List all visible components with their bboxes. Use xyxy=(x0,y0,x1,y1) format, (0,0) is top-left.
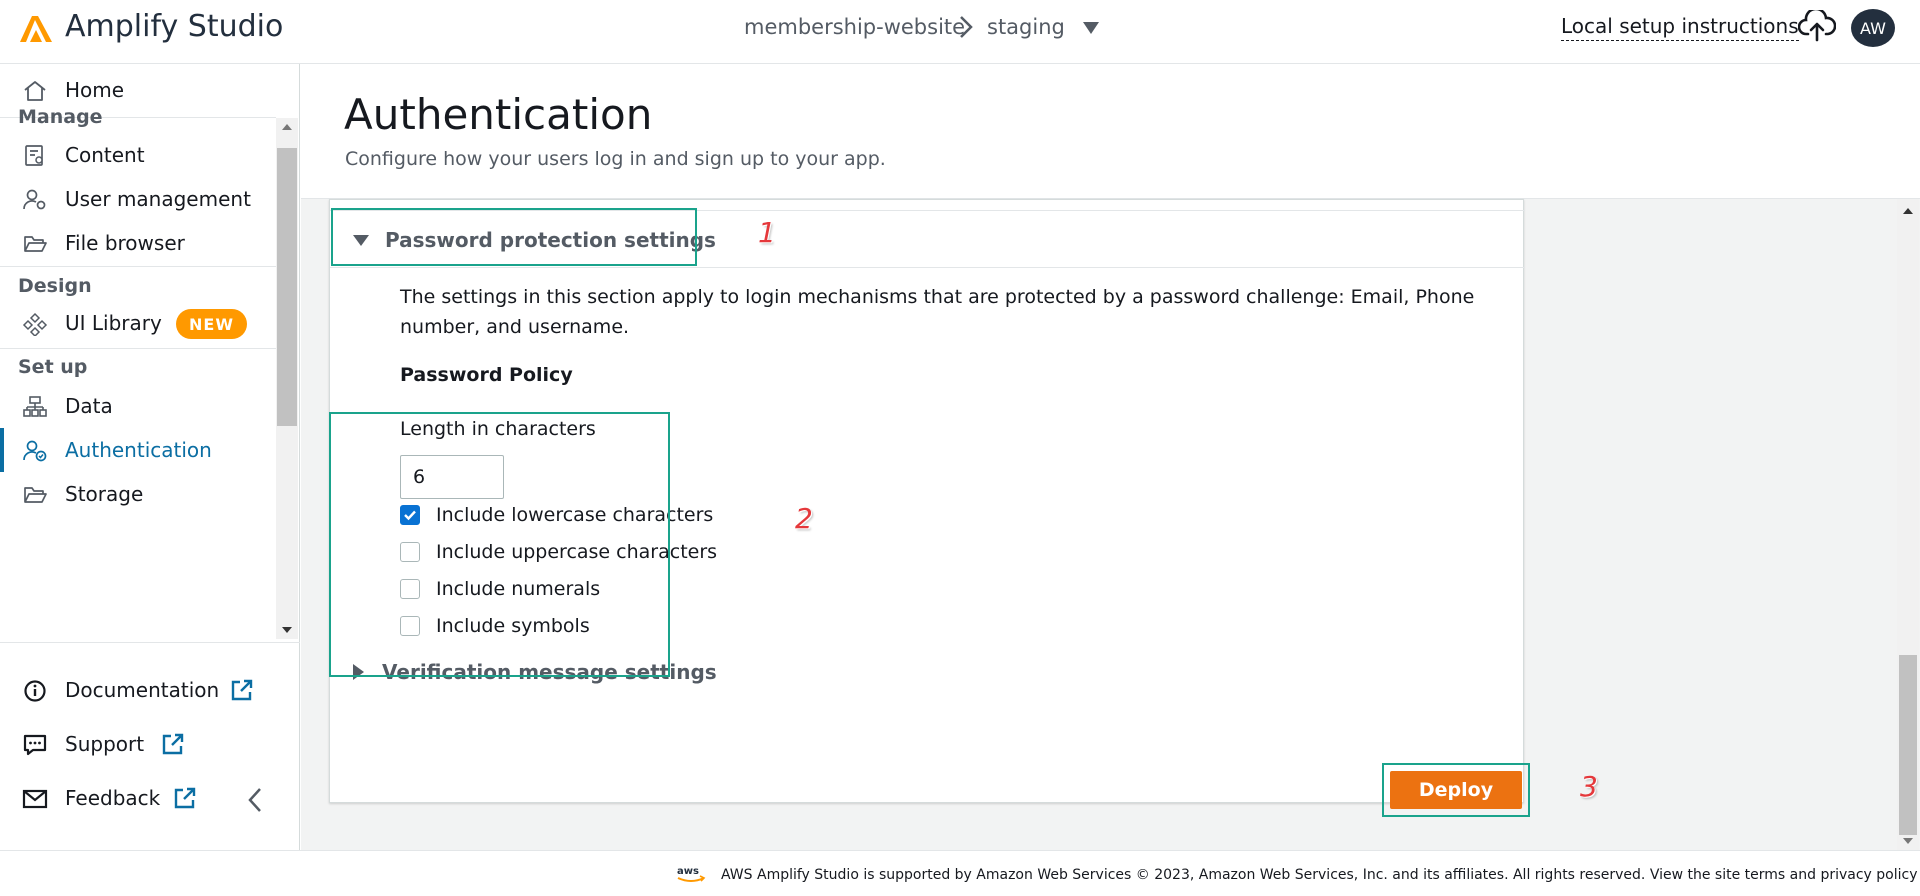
scroll-up-arrow-icon[interactable] xyxy=(282,124,292,130)
sidebar-item-label: Home xyxy=(65,78,125,102)
sidebar-item-label: Documentation xyxy=(65,678,220,702)
sidebar-item-user-management[interactable]: User management xyxy=(0,177,276,221)
user-check-icon xyxy=(23,440,47,462)
sidebar-item-label: File browser xyxy=(65,231,185,255)
deploy-button[interactable]: Deploy xyxy=(1390,771,1522,809)
sidebar-item-authentication[interactable]: Authentication xyxy=(0,428,276,472)
password-settings-description: The settings in this section apply to lo… xyxy=(400,286,1475,338)
sidebar-item-support[interactable]: Support xyxy=(0,722,300,766)
sidebar-item-label: User management xyxy=(65,187,251,211)
local-setup-link[interactable]: Local setup instructions xyxy=(1561,14,1799,41)
sidebar-item-label: Content xyxy=(65,143,145,167)
mail-icon xyxy=(22,789,48,809)
chat-icon xyxy=(23,734,47,756)
annotation-3: 3 xyxy=(1580,770,1598,803)
section-title-setup: Set up xyxy=(18,356,88,378)
cloud-upload-icon[interactable] xyxy=(1798,10,1836,42)
footer: aws AWS Amplify Studio is supported by A… xyxy=(0,850,1920,896)
folder-icon xyxy=(24,236,47,252)
sidebar-scrollbar[interactable] xyxy=(276,118,298,639)
svg-text:aws: aws xyxy=(677,866,699,877)
footer-text: AWS Amplify Studio is supported by Amazo… xyxy=(721,867,1920,883)
sidebar-item-label: Support xyxy=(65,732,145,756)
main-content: Authentication Configure how your users … xyxy=(301,64,1920,850)
sidebar-item-label: Authentication xyxy=(65,438,212,462)
caret-down-icon[interactable] xyxy=(1082,21,1100,35)
scrollbar-thumb[interactable] xyxy=(1899,655,1917,835)
annotation-1: 1 xyxy=(758,216,776,249)
aws-logo-icon: aws xyxy=(677,866,706,882)
divider xyxy=(0,642,300,643)
divider xyxy=(330,267,1525,268)
page-description: Configure how your users log in and sign… xyxy=(345,148,886,170)
sidebar-item-documentation[interactable]: Documentation xyxy=(0,668,300,712)
sidebar-item-label: Data xyxy=(65,394,113,418)
sidebar-item-label: Feedback xyxy=(65,786,161,810)
divider xyxy=(0,266,276,267)
info-icon xyxy=(24,680,46,702)
external-link-icon xyxy=(174,787,196,809)
top-bar: Amplify Studio membership-website stagin… xyxy=(0,0,1920,64)
collapse-sidebar-icon[interactable] xyxy=(246,786,264,814)
home-icon xyxy=(24,81,46,101)
amplify-logo-icon xyxy=(20,16,52,42)
folder-open-icon xyxy=(24,487,47,503)
annotation-2: 2 xyxy=(795,502,813,535)
new-badge: NEW xyxy=(176,309,247,339)
sidebar-item-data[interactable]: Data xyxy=(0,384,276,428)
divider xyxy=(0,348,276,349)
components-icon xyxy=(22,312,48,336)
breadcrumb-environment[interactable]: staging xyxy=(987,15,1065,39)
user-settings-icon xyxy=(23,189,46,210)
scrollbar-thumb[interactable] xyxy=(277,148,297,426)
sidebar-item-label: UI Library xyxy=(65,311,162,335)
breadcrumb-app[interactable]: membership-website xyxy=(744,15,965,39)
highlight-box-3: Deploy xyxy=(1382,763,1530,817)
section-title-manage: Manage xyxy=(18,106,103,128)
sidebar-item-content[interactable]: Content xyxy=(0,133,276,177)
sidebar-item-file-browser[interactable]: File browser xyxy=(0,221,276,265)
section-title-design: Design xyxy=(18,275,92,297)
sidebar-item-storage[interactable]: Storage xyxy=(0,472,276,516)
scroll-down-arrow-icon[interactable] xyxy=(282,627,292,633)
password-policy-title: Password Policy xyxy=(400,364,573,386)
user-avatar[interactable]: AW xyxy=(1851,9,1895,47)
scroll-down-arrow-icon[interactable] xyxy=(1903,838,1913,844)
highlight-box-1 xyxy=(331,208,697,266)
scroll-up-arrow-icon[interactable] xyxy=(1903,208,1913,214)
external-link-icon xyxy=(162,733,184,755)
main-scrollbar[interactable] xyxy=(1897,199,1919,850)
highlight-box-2 xyxy=(329,412,670,677)
page-title: Authentication xyxy=(344,90,653,139)
chevron-right-icon xyxy=(960,16,973,38)
data-model-icon xyxy=(23,396,47,417)
sidebar: Home Manage Content User management File… xyxy=(0,64,300,850)
app-name: Amplify Studio xyxy=(65,9,284,44)
external-link-icon xyxy=(231,679,253,701)
content-icon xyxy=(25,145,43,166)
sidebar-item-ui-library[interactable]: UI Library NEW xyxy=(0,301,276,345)
page-header: Authentication Configure how your users … xyxy=(301,64,1920,199)
sidebar-item-label: Storage xyxy=(65,482,144,506)
